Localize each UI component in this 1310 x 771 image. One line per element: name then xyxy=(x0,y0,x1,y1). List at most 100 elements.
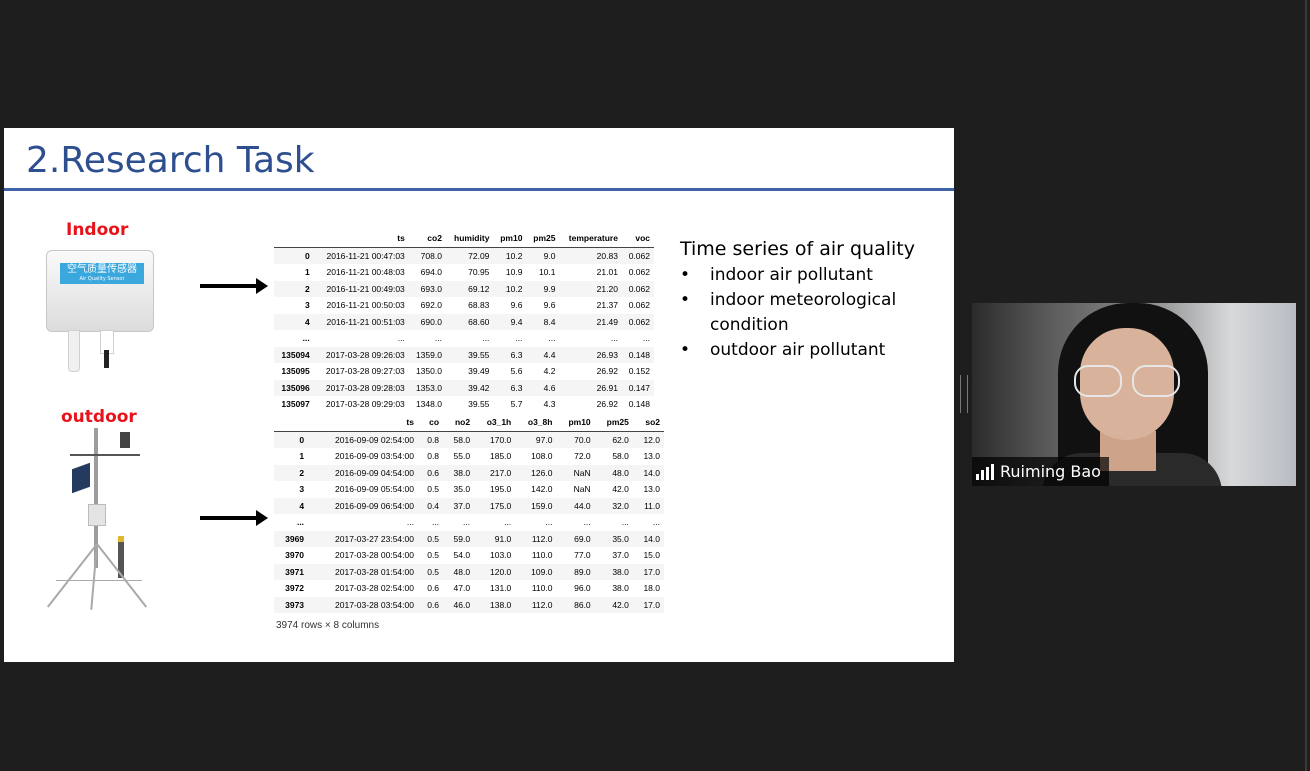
table-cell: 2016-11-21 00:51:03 xyxy=(326,316,405,327)
participant-name: Ruiming Bao xyxy=(1000,462,1101,481)
table-row: 4 2016-11-21 00:51:03 690.0 68.60 9.4 8.4 21.4… xyxy=(274,313,654,330)
table-cell: 35.0 xyxy=(612,533,629,544)
column-header: co xyxy=(417,414,444,432)
table-cell: 0.6 xyxy=(427,583,440,594)
table-cell: ... xyxy=(642,333,650,344)
table-cell: 38.0 xyxy=(453,467,471,478)
panel-resize-handle[interactable] xyxy=(960,375,968,413)
table-cell: 10.2 xyxy=(505,250,523,261)
weather-station-image xyxy=(34,428,194,614)
table-cell: 14.0 xyxy=(643,467,660,478)
table-cell: 0.4 xyxy=(427,500,440,511)
table-cell: 37.0 xyxy=(453,500,471,511)
table-cell: 10.1 xyxy=(538,267,556,278)
table-row: 4 2016-09-09 06:54:00 0.4 37.0 175.0 159.0 44.… xyxy=(274,497,664,514)
table-cell: ... xyxy=(545,517,553,528)
table-cell: 48.0 xyxy=(612,467,629,478)
column-header: ts xyxy=(308,414,418,432)
table-cell: ... xyxy=(397,333,405,344)
table-cell: 18.0 xyxy=(643,583,660,594)
table-cell: 26.92 xyxy=(596,399,618,410)
table-row: 135097 2017-03-28 09:29:03 1348.0 39.55 5.7 4… xyxy=(274,396,654,413)
table-cell: ... xyxy=(583,517,591,528)
column-header: pm25 xyxy=(594,414,633,432)
column-header: so2 xyxy=(632,414,664,432)
table-row: 2 2016-09-09 04:54:00 0.6 38.0 217.0 126.0 NaN… xyxy=(274,464,664,481)
table-cell: 38.0 xyxy=(612,583,629,594)
table-cell: 2016-09-09 03:54:00 xyxy=(335,451,414,462)
table-cell: 0.6 xyxy=(427,599,440,610)
table-row: ........................... xyxy=(274,514,664,531)
row-index: 3969 xyxy=(285,533,305,544)
table-cell: 39.49 xyxy=(468,366,490,377)
table-cell: 9.6 xyxy=(510,300,523,311)
table-cell: 0.152 xyxy=(628,366,650,377)
table-row: ........................ xyxy=(274,330,654,347)
table-cell: 0.147 xyxy=(628,382,650,393)
table-cell: NaN xyxy=(573,484,591,495)
table-cell: 694.0 xyxy=(420,267,442,278)
table-cell: 4.2 xyxy=(543,366,556,377)
table-cell: 38.0 xyxy=(612,566,629,577)
table-cell: 159.0 xyxy=(531,500,553,511)
table-cell: 108.0 xyxy=(531,451,553,462)
table-cell: 17.0 xyxy=(643,566,660,577)
table-cell: 54.0 xyxy=(453,550,471,561)
table-cell: 2017-03-28 09:28:03 xyxy=(325,382,405,393)
row-index: 0 xyxy=(299,434,305,445)
table-cell: 26.92 xyxy=(596,366,618,377)
table-cell: 97.0 xyxy=(535,434,553,445)
table-cell: 0.6 xyxy=(427,467,440,478)
bullet-item: indoor meteorological condition xyxy=(680,288,910,338)
table-cell: 2017-03-27 23:54:00 xyxy=(335,533,414,544)
indoor-sensor-image: 空气质量传感器 Air Quality Sensor xyxy=(46,250,154,374)
table-cell: ... xyxy=(515,333,523,344)
outdoor-dataframe-footer: 3974 rows × 8 columns xyxy=(276,620,380,631)
table-cell: 58.0 xyxy=(453,434,471,445)
table-cell: 126.0 xyxy=(531,467,553,478)
window-edge xyxy=(1305,0,1307,771)
table-cell: 2016-11-21 00:47:03 xyxy=(326,250,405,261)
table-cell: 39.55 xyxy=(468,399,490,410)
table-cell: 9.6 xyxy=(543,300,556,311)
column-header xyxy=(274,414,309,432)
table-cell: 14.0 xyxy=(643,533,660,544)
bullet-heading: Time series of air quality xyxy=(680,238,915,260)
row-index: 3973 xyxy=(285,599,305,610)
table-row: 135095 2017-03-28 09:27:03 1350.0 39.49 5.6 4… xyxy=(274,363,654,380)
table-row: 1 2016-09-09 03:54:00 0.8 55.0 185.0 108.0 72.… xyxy=(274,448,664,465)
table-cell: 21.01 xyxy=(596,267,618,278)
table-cell: 10.2 xyxy=(505,283,523,294)
row-index: 1 xyxy=(299,451,305,462)
table-cell: ... xyxy=(652,517,660,528)
outdoor-dataframe: ts co no2 o3_1h o3_8h pm10 pm25 so2 0 2016-09-09 … xyxy=(274,414,664,613)
table-cell: 96.0 xyxy=(574,583,591,594)
signal-bars-icon xyxy=(976,463,994,480)
table-cell: 2016-09-09 04:54:00 xyxy=(335,467,414,478)
table-cell: 4.4 xyxy=(543,349,556,360)
table-cell: 11.0 xyxy=(644,500,660,511)
table-row: 3970 2017-03-28 00:54:00 0.5 54.0 103.0 110.0… xyxy=(274,547,664,564)
table-cell: 112.0 xyxy=(531,533,553,544)
row-index: ... xyxy=(296,517,305,528)
table-cell: 0.5 xyxy=(427,484,440,495)
table-cell: 2017-03-28 09:26:03 xyxy=(325,349,405,360)
table-cell: 35.0 xyxy=(453,484,471,495)
video-tile[interactable]: Ruiming Bao xyxy=(972,303,1296,486)
row-index: 3 xyxy=(305,300,310,311)
table-cell: 58.0 xyxy=(612,451,629,462)
table-row: 3 2016-11-21 00:50:03 692.0 68.83 9.6 9.6 21.3… xyxy=(274,297,654,314)
table-row: 135096 2017-03-28 09:28:03 1353.0 39.42 6.3 4… xyxy=(274,379,654,396)
table-cell: 1353.0 xyxy=(415,382,442,393)
column-header: voc xyxy=(621,230,654,248)
table-cell: 175.0 xyxy=(489,500,512,511)
bullet-item: outdoor air pollutant xyxy=(680,338,910,363)
table-cell: 109.0 xyxy=(531,566,553,577)
bullet-list: indoor air pollutant indoor meteorologic… xyxy=(680,263,915,363)
column-header xyxy=(274,230,314,248)
table-cell: 5.7 xyxy=(510,399,523,410)
table-cell: 0.8 xyxy=(427,434,440,445)
table-cell: ... xyxy=(462,517,471,528)
table-cell: 17.0 xyxy=(643,599,660,610)
table-cell: 39.42 xyxy=(468,382,490,393)
